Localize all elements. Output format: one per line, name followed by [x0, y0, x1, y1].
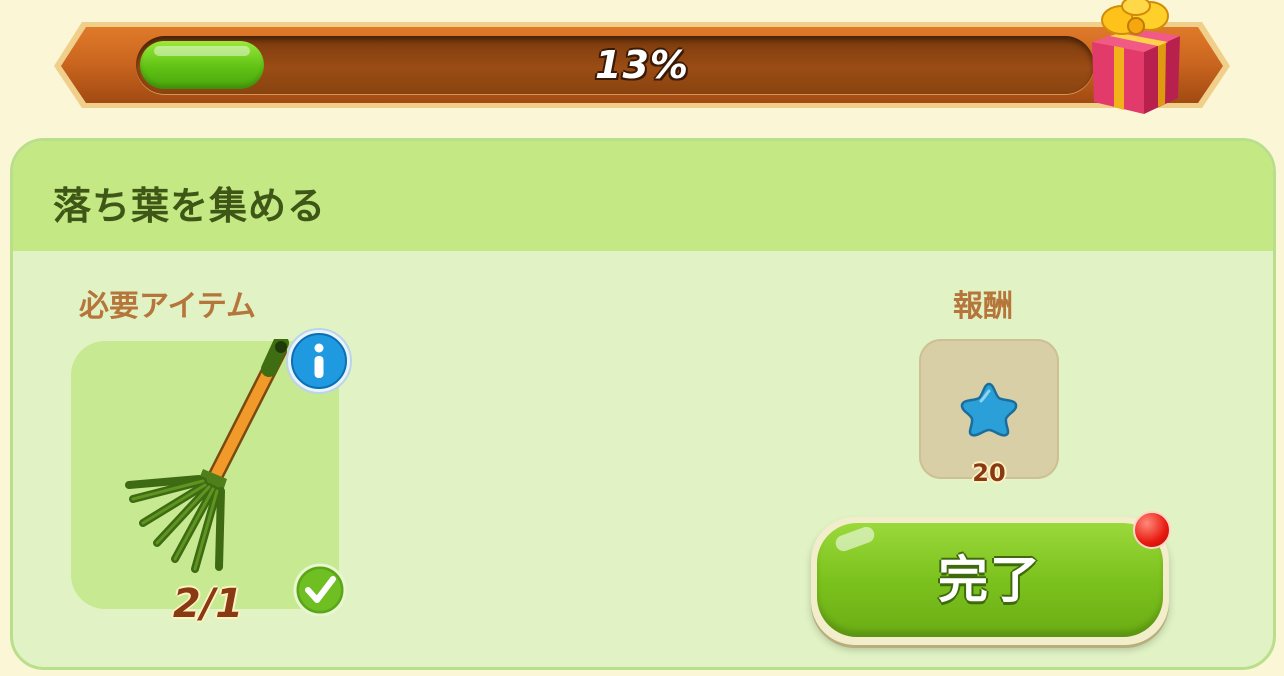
- rake-icon: [125, 339, 289, 573]
- progress-banner: 13%: [52, 0, 1232, 114]
- info-icon[interactable]: [285, 327, 353, 395]
- task-title: 落ち葉を集める: [53, 184, 327, 228]
- notification-dot: [1133, 511, 1171, 549]
- required-items-label: 必要アイテム: [79, 289, 256, 324]
- reward-label: 報酬: [953, 289, 1013, 324]
- complete-button-label: 完了: [938, 551, 1042, 609]
- checkmark-icon: [293, 563, 347, 617]
- item-count: 2/1: [172, 581, 244, 627]
- reward-amount: 20: [972, 459, 1006, 487]
- complete-button-face: 完了: [817, 523, 1163, 637]
- complete-button[interactable]: 完了: [811, 517, 1169, 645]
- blue-star-icon: [960, 382, 1018, 437]
- task-panel: 落ち葉を集める 必要アイテム 報酬 2/1 20 完了: [10, 138, 1276, 670]
- gift-box-icon[interactable]: [1082, 0, 1186, 116]
- progress-percent: 13%: [595, 43, 689, 87]
